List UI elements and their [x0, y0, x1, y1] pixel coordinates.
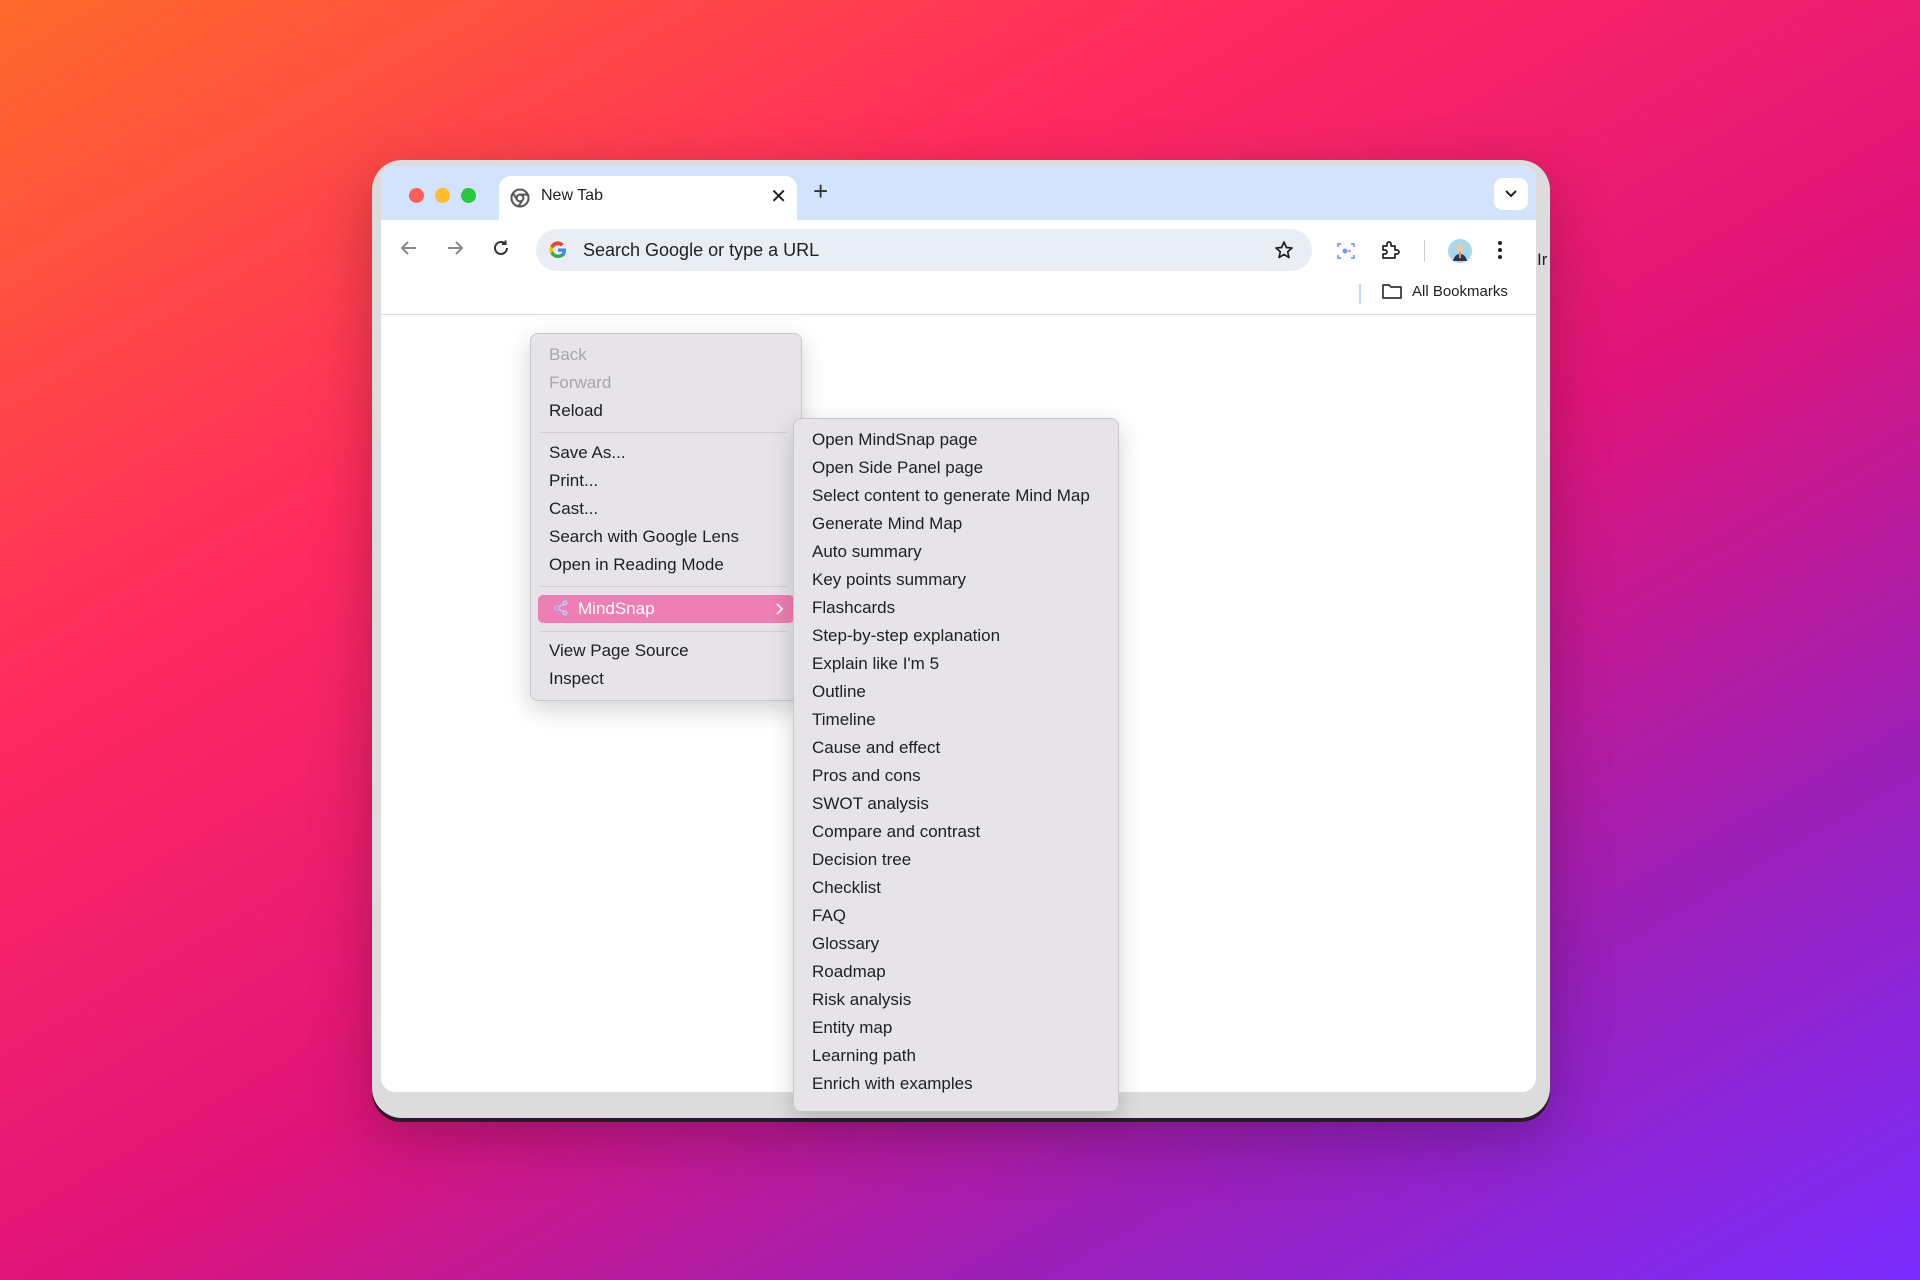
submenu-item[interactable]: Checklist: [812, 875, 881, 901]
menu-item-reload[interactable]: Reload: [549, 398, 603, 424]
submenu-item[interactable]: Pros and cons: [812, 763, 921, 789]
submenu-item[interactable]: Roadmap: [812, 959, 886, 985]
submenu-item[interactable]: Open Side Panel page: [812, 455, 983, 481]
context-menu: Back Forward Reload Save As... Print... …: [530, 333, 802, 701]
submenu-item[interactable]: Decision tree: [812, 847, 911, 873]
zoom-window-button[interactable]: [461, 188, 476, 203]
submenu-item[interactable]: Open MindSnap page: [812, 427, 977, 453]
submenu-item[interactable]: Flashcards: [812, 595, 895, 621]
submenu-item[interactable]: Outline: [812, 679, 866, 705]
submenu-item[interactable]: Explain like I'm 5: [812, 651, 939, 677]
extensions-icon[interactable]: [1379, 238, 1403, 262]
menu-separator: [541, 631, 787, 632]
clipped-text: Ir: [1537, 250, 1548, 269]
submenu-item[interactable]: Cause and effect: [812, 735, 940, 761]
chevron-right-icon: [776, 603, 784, 615]
more-vertical-icon[interactable]: [1495, 238, 1505, 262]
submenu-item[interactable]: Timeline: [812, 707, 876, 733]
submenu-item[interactable]: Compare and contrast: [812, 819, 980, 845]
all-bookmarks-button[interactable]: All Bookmarks: [1381, 282, 1508, 300]
menu-item-forward: Forward: [549, 373, 612, 392]
back-button[interactable]: [393, 232, 425, 264]
arrow-left-icon: [400, 241, 416, 255]
menu-item-view-source[interactable]: View Page Source: [549, 638, 689, 664]
bookmarks-bar: All Bookmarks: [381, 276, 1536, 315]
tab-strip: New Tab ✕ +: [381, 166, 1536, 220]
menu-item-cast[interactable]: Cast...: [549, 496, 598, 522]
reload-button[interactable]: [485, 232, 517, 264]
submenu-item[interactable]: Risk analysis: [812, 987, 911, 1013]
star-icon[interactable]: [1274, 240, 1294, 260]
lens-icon[interactable]: [1335, 240, 1357, 262]
submenu-item[interactable]: Generate Mind Map: [812, 511, 962, 537]
submenu-item[interactable]: Enrich with examples: [812, 1071, 973, 1097]
tab-close-icon[interactable]: ✕: [770, 184, 787, 209]
chrome-icon: [510, 188, 530, 208]
menu-separator: [541, 432, 787, 433]
close-window-button[interactable]: [409, 188, 424, 203]
submenu-item[interactable]: Glossary: [812, 931, 879, 957]
avatar[interactable]: [1447, 238, 1473, 264]
new-tab-button[interactable]: +: [813, 176, 828, 207]
submenu-item[interactable]: Entity map: [812, 1015, 892, 1041]
toolbar-divider: [1424, 240, 1425, 262]
submenu-item[interactable]: Key points summary: [812, 567, 966, 593]
bookmarks-divider: [1359, 284, 1361, 304]
menu-item-inspect[interactable]: Inspect: [549, 666, 604, 692]
submenu-item[interactable]: SWOT analysis: [812, 791, 929, 817]
menu-item-mindsnap-label: MindSnap: [578, 599, 655, 618]
mindsnap-submenu: Open MindSnap page Open Side Panel page …: [793, 418, 1119, 1112]
menu-item-google-lens[interactable]: Search with Google Lens: [549, 524, 739, 550]
all-bookmarks-label: All Bookmarks: [1412, 282, 1508, 300]
submenu-item[interactable]: FAQ: [812, 903, 846, 929]
forward-button[interactable]: [439, 232, 471, 264]
omnibox-placeholder: Search Google or type a URL: [583, 240, 820, 260]
tab-search-button[interactable]: [1494, 178, 1528, 210]
arrow-right-icon: [448, 241, 464, 255]
submenu-item[interactable]: Select content to generate Mind Map: [812, 483, 1090, 509]
reload-icon: [494, 240, 508, 255]
tab-title: New Tab: [541, 187, 603, 204]
omnibox[interactable]: Search Google or type a URL: [536, 229, 1312, 271]
menu-item-back: Back: [549, 345, 587, 364]
menu-item-mindsnap[interactable]: MindSnap: [538, 595, 794, 623]
minimize-window-button[interactable]: [435, 188, 450, 203]
submenu-item[interactable]: Learning path: [812, 1043, 916, 1069]
menu-item-save-as[interactable]: Save As...: [549, 440, 626, 466]
submenu-item[interactable]: Step-by-step explanation: [812, 623, 1000, 649]
chevron-down-icon: [1505, 190, 1517, 198]
google-g-icon: [549, 241, 566, 259]
mindsnap-icon: [554, 600, 568, 616]
menu-item-reading-mode[interactable]: Open in Reading Mode: [549, 552, 724, 578]
folder-icon: [1382, 284, 1402, 299]
menu-separator: [541, 586, 787, 587]
tab-new-tab[interactable]: New Tab ✕: [499, 176, 797, 220]
menu-item-print[interactable]: Print...: [549, 468, 598, 494]
submenu-item[interactable]: Auto summary: [812, 539, 922, 565]
